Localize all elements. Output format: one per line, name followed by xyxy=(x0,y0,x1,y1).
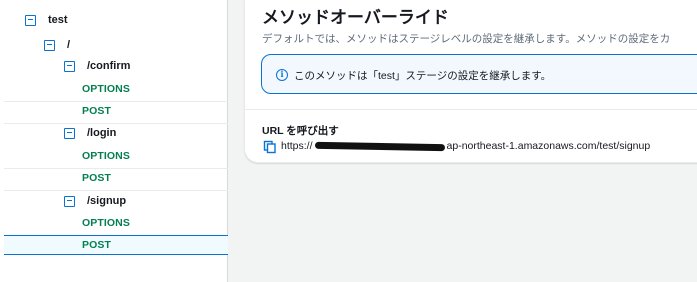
row-divider xyxy=(4,168,228,169)
method-post-signup[interactable]: POST xyxy=(82,239,111,251)
page-title: メソッドオーバーライド xyxy=(262,8,449,27)
tree-node-label: /signup xyxy=(87,195,127,207)
invoke-url-prefix: https:// xyxy=(281,140,313,152)
api-gateway-view: test / /confirm OPTIONS POST /login OPTI… xyxy=(0,0,697,282)
tree-node-login[interactable]: /login xyxy=(64,124,116,142)
tree-node-confirm[interactable]: /confirm xyxy=(64,57,130,75)
section-divider xyxy=(245,109,697,110)
method-options-login[interactable]: OPTIONS xyxy=(82,150,130,162)
method-options-confirm[interactable]: OPTIONS xyxy=(82,83,130,95)
tree-node-label: /confirm xyxy=(87,60,131,72)
selected-row-highlight xyxy=(4,235,228,255)
invoke-url-suffix: ap-northeast-1.amazonaws.com/test/signup xyxy=(446,140,651,152)
collapse-icon[interactable] xyxy=(64,60,75,72)
info-icon: i xyxy=(276,69,288,81)
row-divider xyxy=(4,190,228,191)
tree-node-stage-test[interactable]: test xyxy=(25,11,68,29)
invoke-url[interactable]: https:// ap-northeast-1.amazonaws.com/tes… xyxy=(281,140,650,152)
row-divider xyxy=(4,101,228,102)
collapse-icon[interactable] xyxy=(44,39,55,51)
redacted-block xyxy=(314,141,445,151)
panel-description: デフォルトでは、メソッドはステージレベルの設定を継承します。メソッドの設定をカ xyxy=(262,33,671,45)
info-alert-text: このメソッドは「test」ステージの設定を継承します。 xyxy=(294,70,552,82)
tree-node-label: / xyxy=(67,39,71,51)
collapse-icon[interactable] xyxy=(64,195,75,207)
method-options-signup[interactable]: OPTIONS xyxy=(82,217,130,229)
tree-node-label: /login xyxy=(87,127,117,139)
collapse-icon[interactable] xyxy=(25,14,36,26)
method-override-panel: メソッドオーバーライド デフォルトでは、メソッドはステージレベルの設定を継承しま… xyxy=(244,0,697,163)
method-post-login[interactable]: POST xyxy=(82,172,111,184)
invoke-url-label: URL を呼び出す xyxy=(262,125,339,137)
collapse-icon[interactable] xyxy=(64,127,75,139)
copy-icon[interactable] xyxy=(263,140,277,154)
info-alert: i このメソッドは「test」ステージの設定を継承します。 xyxy=(261,54,697,94)
resource-tree: test / /confirm OPTIONS POST /login OPTI… xyxy=(0,0,228,282)
tree-node-label: test xyxy=(48,14,68,26)
tree-node-root[interactable]: / xyxy=(44,36,70,54)
tree-node-signup[interactable]: /signup xyxy=(64,192,126,210)
method-post-confirm[interactable]: POST xyxy=(82,105,111,117)
